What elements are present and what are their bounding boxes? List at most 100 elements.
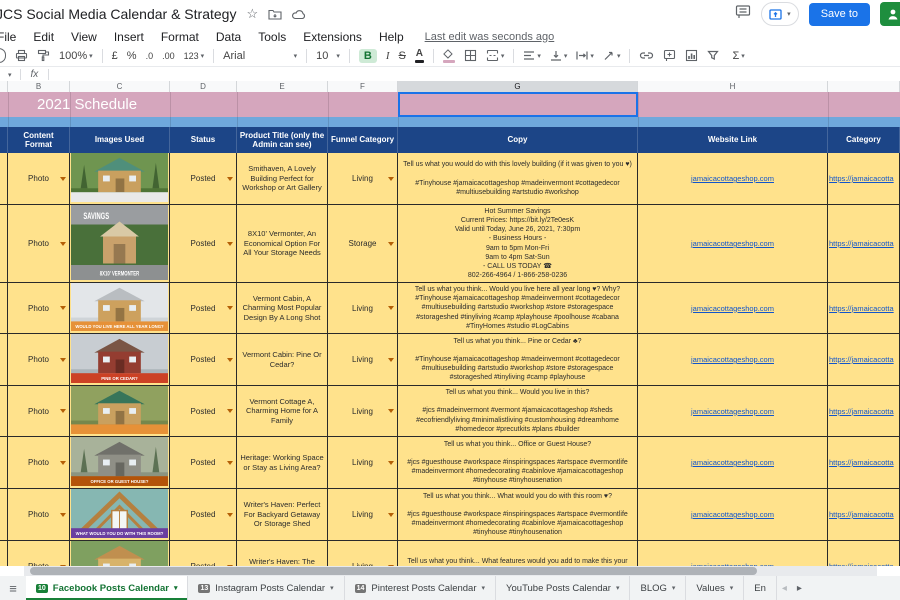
status-cell[interactable]: Posted [170,437,237,489]
image-cell[interactable] [70,541,170,566]
category-link[interactable]: https://jamaicacotta [828,355,894,364]
column-header-edge[interactable] [0,81,8,92]
table-header-cell[interactable]: Images Used [70,127,170,153]
product-title-cell[interactable]: Heritage: Working Space or Stay as Livin… [237,437,328,489]
funnel-dropdown-icon[interactable] [388,177,394,181]
copy-cell[interactable]: Tell us what you think... What would you… [398,489,638,541]
text-rotation-button[interactable]: ▾ [603,50,621,61]
status-cell[interactable]: Posted [170,205,237,283]
copy-cell[interactable]: Tell us what you would do with this love… [398,153,638,205]
category-cell[interactable]: https://jamaicacotta [828,386,900,437]
share-button[interactable] [880,2,900,26]
edge-cell[interactable] [0,283,8,334]
funnel-category-cell[interactable]: Living [328,334,398,386]
website-link-cell[interactable]: jamaicacottageshop.com [638,283,828,334]
edge-cell[interactable] [0,489,8,541]
menu-extensions[interactable]: Extensions [303,30,362,44]
content-format-dropdown-icon[interactable] [60,409,66,413]
funnel-category-cell[interactable]: Living [328,153,398,205]
print-icon[interactable] [15,49,28,62]
insert-link-icon[interactable] [639,50,654,61]
funnel-dropdown-icon[interactable] [388,409,394,413]
category-cell[interactable]: https://jamaicacotta [828,205,900,283]
last-edit-status[interactable]: Last edit was seconds ago [425,31,555,43]
menu-format[interactable]: Format [161,30,199,44]
tab-dropdown-icon[interactable]: ▾ [672,584,676,592]
edge-cell[interactable] [0,386,8,437]
present-button[interactable]: ▾ [761,2,799,26]
text-wrap-button[interactable]: ▾ [576,50,594,61]
product-title-cell[interactable]: Vermont Cabin: Pine Or Cedar? [237,334,328,386]
website-link-cell[interactable]: jamaicacottageshop.com [638,541,828,566]
website-link-cell[interactable]: jamaicacottageshop.com [638,437,828,489]
format-currency-button[interactable]: £ [112,50,118,62]
website-link-cell[interactable]: jamaicacottageshop.com [638,489,828,541]
paint-format-icon[interactable] [37,49,50,62]
category-link[interactable]: https://jamaicacotta [828,304,894,313]
category-cell[interactable]: https://jamaicacotta [828,437,900,489]
tab-scroll-right-icon[interactable]: ▸ [792,576,807,600]
sheet-tab-youtube-posts-calendar[interactable]: YouTube Posts Calendar▾ [496,576,630,600]
comment-history-icon[interactable] [735,4,751,24]
status-dropdown-icon[interactable] [227,306,233,310]
website-link-cell[interactable]: jamaicacottageshop.com [638,386,828,437]
merge-cells-button[interactable]: ▾ [486,49,505,62]
status-cell[interactable]: Posted [170,489,237,541]
table-header-cell[interactable]: Copy [398,127,638,153]
content-format-dropdown-icon[interactable] [60,461,66,465]
menu-data[interactable]: Data [216,30,241,44]
edge-cell[interactable] [0,153,8,205]
website-link[interactable]: jamaicacottageshop.com [691,458,774,467]
status-dropdown-icon[interactable] [227,358,233,362]
document-title[interactable]: JCS Social Media Calendar & Strategy [0,6,236,22]
category-cell[interactable]: https://jamaicacotta [828,489,900,541]
italic-button[interactable]: I [386,50,390,62]
website-link-cell[interactable]: jamaicacottageshop.com [638,334,828,386]
website-link[interactable]: jamaicacottageshop.com [691,355,774,364]
strikethrough-button[interactable]: S [399,50,406,62]
product-title-cell[interactable]: 8X10' Vermonter, An Economical Option Fo… [237,205,328,283]
font-select[interactable]: Arial▾ [223,50,297,62]
table-header-cell[interactable] [0,127,8,153]
image-cell[interactable]: SAVINGS 8X10' VERMONTER [70,205,170,283]
category-link[interactable]: https://jamaicacotta [828,407,894,416]
horizontal-scrollbar-thumb[interactable] [30,567,757,575]
copy-cell[interactable]: Tell us what you think... What features … [398,541,638,566]
funnel-dropdown-icon[interactable] [388,461,394,465]
tab-dropdown-icon[interactable]: ▾ [730,584,734,592]
status-dropdown-icon[interactable] [227,242,233,246]
edge-cell[interactable] [0,205,8,283]
table-header-cell[interactable]: Content Format [8,127,70,153]
website-link[interactable]: jamaicacottageshop.com [691,510,774,519]
status-dropdown-icon[interactable] [227,461,233,465]
website-link-cell[interactable]: jamaicacottageshop.com [638,153,828,205]
funnel-category-cell[interactable]: Living [328,283,398,334]
category-link[interactable]: https://jamaicacotta [828,510,894,519]
tab-dropdown-icon[interactable]: ▾ [174,584,178,592]
table-header-cell[interactable]: Status [170,127,237,153]
text-color-button[interactable]: A [415,48,424,63]
product-title-cell[interactable]: Writer's Haven: Perfect For Backyard Get… [237,489,328,541]
formula-input[interactable] [49,67,900,82]
table-header-cell[interactable]: Category [828,127,900,153]
table-header-cell[interactable]: Product Title (only the Admin can see) [237,127,328,153]
tab-dropdown-icon[interactable]: ▾ [482,584,486,592]
content-format-dropdown-icon[interactable] [60,306,66,310]
menu-insert[interactable]: Insert [114,30,144,44]
status-cell[interactable]: Posted [170,541,237,566]
category-cell[interactable]: https://jamaicacotta [828,541,900,566]
column-header-C[interactable]: C [70,81,170,92]
column-header-D[interactable]: D [170,81,237,92]
menu-view[interactable]: View [71,30,97,44]
horizontal-align-button[interactable]: ▾ [523,50,541,61]
status-dropdown-icon[interactable] [227,177,233,181]
table-header-cell[interactable]: Website Link [638,127,828,153]
borders-button[interactable] [464,49,477,62]
copy-cell[interactable]: Tell us what you think... Would you live… [398,283,638,334]
star-icon[interactable]: ☆ [246,6,258,22]
copy-cell[interactable]: Hot Summer Savings Current Prices: https… [398,205,638,283]
column-header-E[interactable]: E [237,81,328,92]
image-cell[interactable]: PINE OR CEDAR? [70,334,170,386]
tab-dropdown-icon[interactable]: ▾ [616,584,620,592]
image-cell[interactable] [70,386,170,437]
